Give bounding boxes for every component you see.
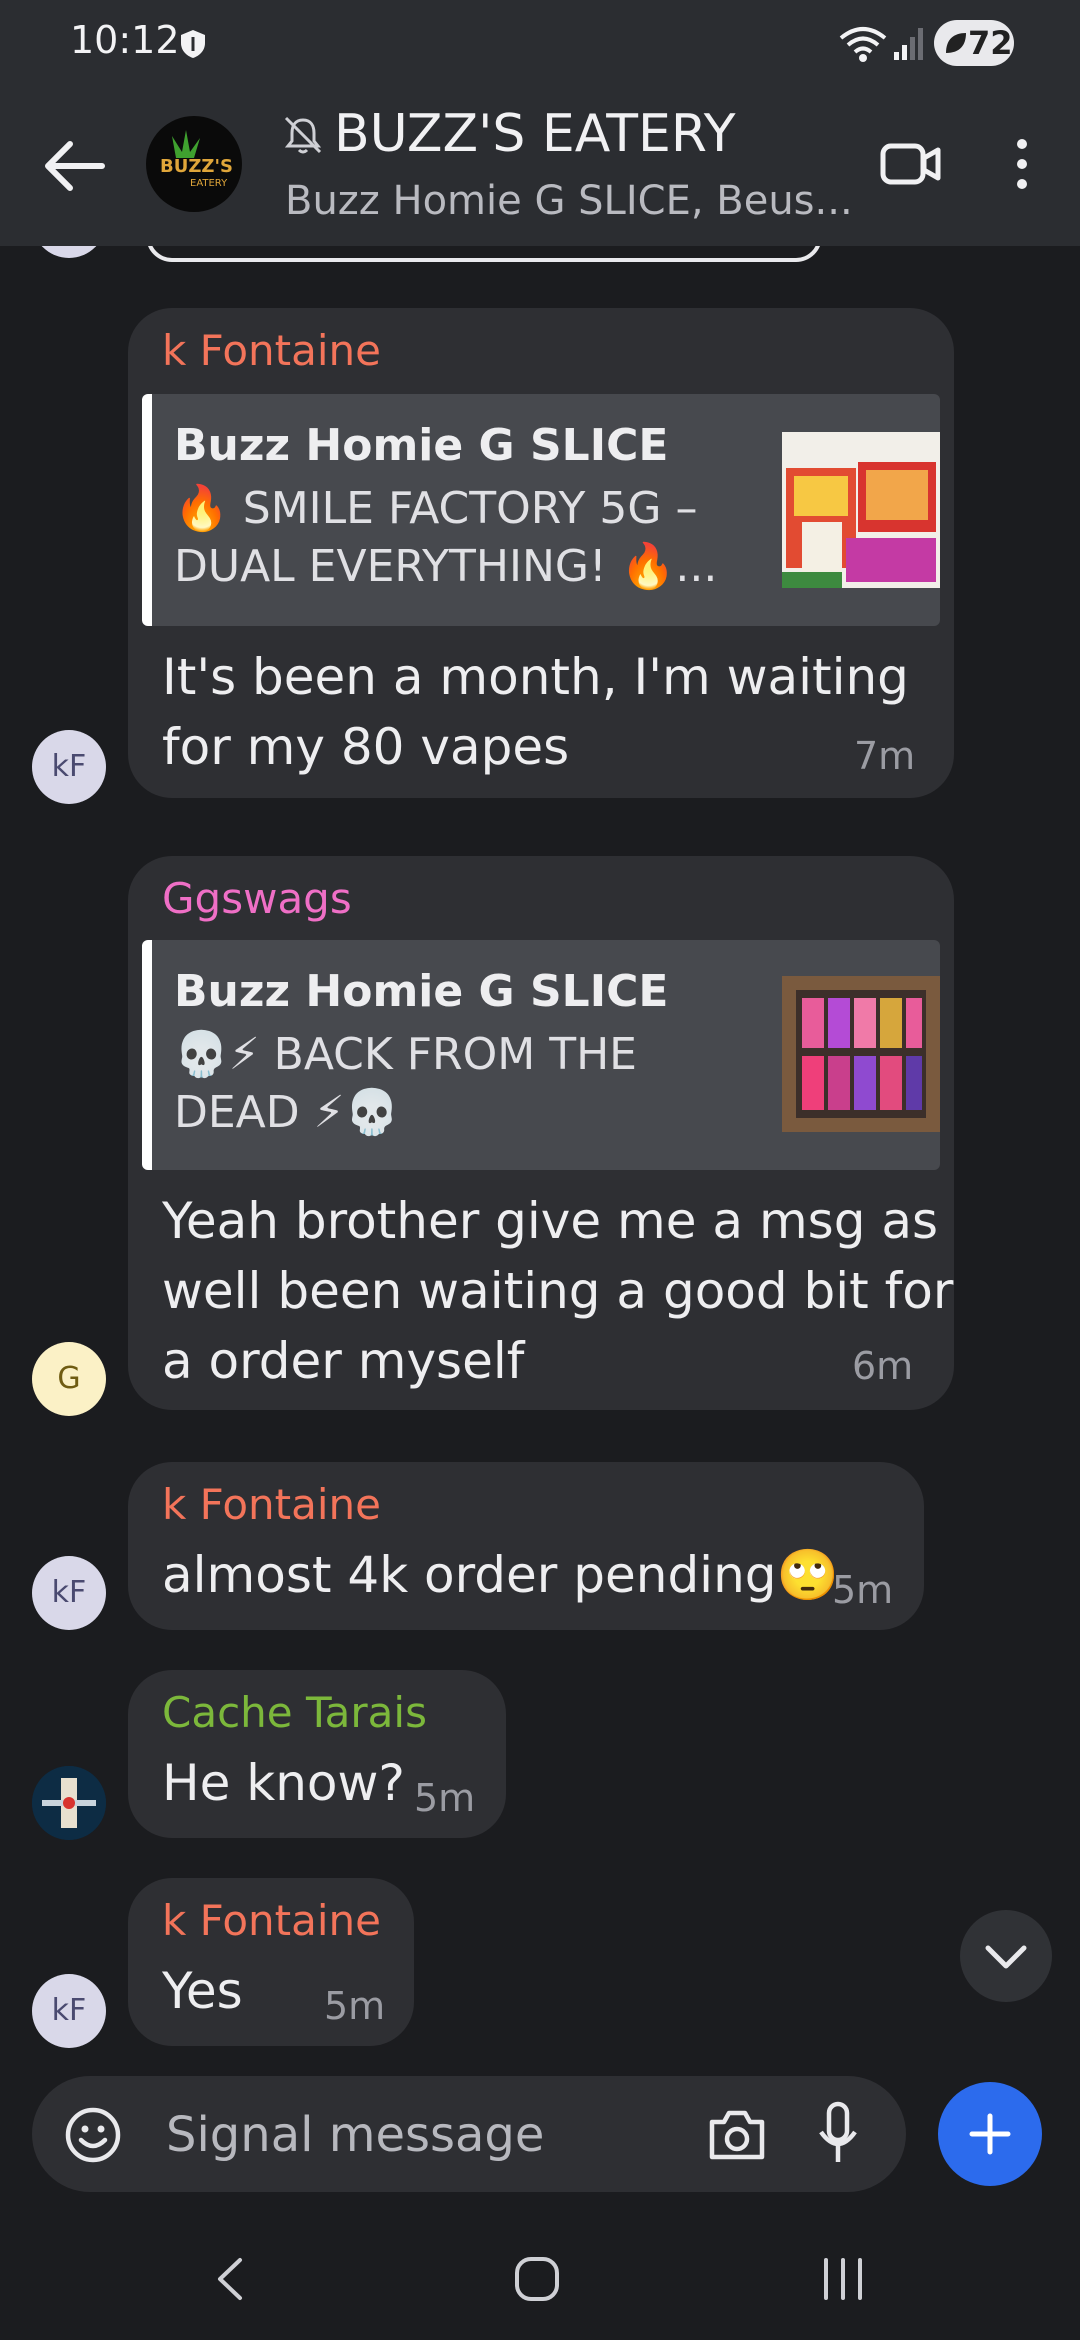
back-arrow-icon[interactable] bbox=[40, 136, 110, 196]
battery-level: 72 bbox=[968, 24, 1013, 62]
leaf-icon bbox=[946, 33, 966, 53]
message-composer bbox=[32, 2076, 906, 2192]
sender-avatar[interactable]: kF bbox=[32, 1556, 106, 1630]
message-list[interactable]: k Fontaine Buzz Homie G SLICE 🔥 SMILE FA… bbox=[0, 246, 1080, 2060]
sender-avatar[interactable] bbox=[32, 1766, 106, 1840]
previous-avatar-edge bbox=[32, 246, 106, 258]
message-bubble[interactable]: Ggswags Buzz Homie G SLICE 💀⚡ BACK FROM … bbox=[128, 856, 954, 1410]
sender-name[interactable]: Cache Tarais bbox=[162, 1688, 427, 1737]
message-text-line: well been waiting a good bit for bbox=[162, 1262, 954, 1320]
shield-icon bbox=[181, 30, 205, 58]
message-text-line: Yeah brother give me a msg as bbox=[162, 1192, 939, 1250]
chevron-down-icon bbox=[985, 1945, 1027, 1969]
camera-icon[interactable] bbox=[706, 2108, 768, 2162]
quote-text-line: DUAL EVERYTHING! 🔥... bbox=[174, 541, 718, 592]
message-timestamp: 5m bbox=[414, 1776, 476, 1820]
message-timestamp: 5m bbox=[832, 1568, 894, 1612]
message-text-line: a order myself bbox=[162, 1332, 525, 1390]
quote-text-line: 💀⚡ BACK FROM THE bbox=[174, 1029, 637, 1080]
nav-recents-icon[interactable] bbox=[818, 2256, 868, 2302]
message-text: Yes bbox=[162, 1962, 243, 2020]
message-bubble[interactable]: k Fontaine Yes 5m bbox=[128, 1878, 414, 2046]
quote-bar bbox=[142, 940, 152, 1170]
message-bubble[interactable]: k Fontaine almost 4k order pending🙄 5m bbox=[128, 1462, 924, 1630]
signal-icon bbox=[894, 28, 923, 60]
attach-button[interactable] bbox=[938, 2082, 1042, 2186]
group-avatar-text: BUZZ'S bbox=[160, 156, 233, 177]
sender-name[interactable]: k Fontaine bbox=[162, 1896, 381, 1945]
previous-message-edge bbox=[146, 246, 822, 262]
message-text-line: It's been a month, I'm waiting bbox=[162, 648, 909, 706]
status-time: 10:12 bbox=[70, 18, 180, 62]
quoted-message[interactable]: Buzz Homie G SLICE 💀⚡ BACK FROM THE DEAD… bbox=[142, 940, 940, 1170]
group-members-subtitle[interactable]: Buzz Homie G SLICE, Beus... bbox=[285, 178, 853, 224]
message-text: almost 4k order pending🙄 bbox=[162, 1546, 839, 1604]
wifi-icon bbox=[839, 27, 887, 62]
quoted-message[interactable]: Buzz Homie G SLICE 🔥 SMILE FACTORY 5G – … bbox=[142, 394, 940, 626]
quote-text-line: DEAD ⚡💀 bbox=[174, 1087, 400, 1138]
quote-text-line: 🔥 SMILE FACTORY 5G – bbox=[174, 483, 698, 534]
scroll-to-bottom-button[interactable] bbox=[960, 1910, 1052, 2002]
message-timestamp: 7m bbox=[854, 734, 916, 778]
plus-icon bbox=[969, 2113, 1011, 2155]
nav-back-icon[interactable] bbox=[210, 2254, 250, 2304]
quote-thumbnail-image bbox=[782, 976, 940, 1132]
microphone-icon[interactable] bbox=[816, 2100, 860, 2166]
system-navigation-bar bbox=[0, 2206, 1080, 2340]
conversation-header: BUZZ'S EATERY BUZZ'S EATERY Buzz Homie G… bbox=[0, 84, 1080, 246]
message-bubble[interactable]: k Fontaine Buzz Homie G SLICE 🔥 SMILE FA… bbox=[128, 308, 954, 798]
message-timestamp: 5m bbox=[324, 1984, 386, 2028]
profile-picture bbox=[32, 1766, 106, 1840]
group-avatar[interactable]: BUZZ'S EATERY bbox=[146, 116, 242, 212]
emoji-icon[interactable] bbox=[64, 2106, 122, 2164]
quote-author: Buzz Homie G SLICE bbox=[174, 966, 669, 1017]
message-text: He know? bbox=[162, 1754, 405, 1812]
message-text-line: for my 80 vapes bbox=[162, 718, 570, 776]
muted-bell-icon bbox=[284, 116, 322, 154]
group-title[interactable]: BUZZ'S EATERY bbox=[334, 104, 735, 164]
quote-author: Buzz Homie G SLICE bbox=[174, 420, 669, 471]
sender-name[interactable]: k Fontaine bbox=[162, 326, 381, 375]
group-avatar-subtext: EATERY bbox=[190, 178, 228, 189]
sender-avatar[interactable]: G bbox=[32, 1342, 106, 1416]
sender-name[interactable]: Ggswags bbox=[162, 874, 352, 923]
sender-name[interactable]: k Fontaine bbox=[162, 1480, 381, 1529]
message-input[interactable] bbox=[164, 2098, 688, 2172]
more-options-icon[interactable] bbox=[1000, 134, 1044, 194]
message-timestamp: 6m bbox=[852, 1344, 914, 1388]
message-bubble[interactable]: Cache Tarais He know? 5m bbox=[128, 1670, 506, 1838]
quote-bar bbox=[142, 394, 152, 626]
status-bar: 10:12 72 bbox=[0, 0, 1080, 84]
battery-indicator: 72 bbox=[934, 20, 1014, 66]
sender-avatar[interactable]: kF bbox=[32, 1974, 106, 2048]
video-call-icon[interactable] bbox=[880, 138, 942, 190]
quote-thumbnail-image bbox=[782, 432, 940, 588]
sender-avatar[interactable]: kF bbox=[32, 730, 106, 804]
nav-home-icon[interactable] bbox=[512, 2254, 562, 2304]
